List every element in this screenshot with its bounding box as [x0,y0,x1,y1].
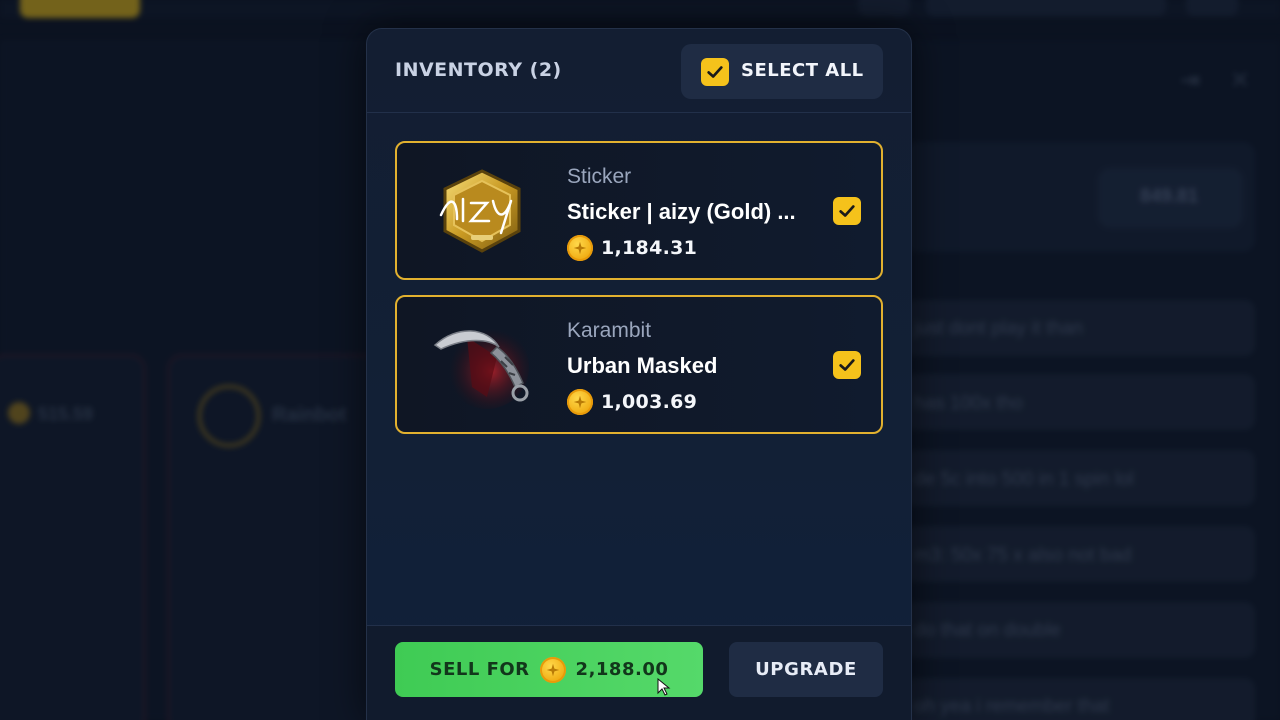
modal-header: INVENTORY (2) SELECT ALL [367,29,911,113]
background-coin-icon [8,402,30,424]
item-price-value: 1,184.31 [601,237,698,259]
item-name: Urban Masked [567,353,718,378]
item-category: Karambit [567,319,652,342]
inventory-item-card[interactable]: Karambit Urban Masked 1,003.69 [395,295,883,434]
inventory-item-card[interactable]: Sticker Sticker | aizy (Gold) ... 1,184.… [395,141,883,280]
background-top-button [858,0,910,16]
item-price: 1,003.69 [567,389,697,415]
coin-icon [567,389,593,415]
item-name: Sticker | aizy (Gold) ... [567,199,796,224]
background-chat-text: do that on double [914,620,1061,641]
sell-total-value: 2,188.00 [575,659,669,680]
karambit-knife-icon [433,325,529,409]
gold-sticker-icon [439,169,521,253]
background-deposit-button [20,0,140,18]
background-close-icon: ✕ [1230,66,1251,94]
item-price-value: 1,003.69 [601,391,698,413]
inventory-modal: INVENTORY (2) SELECT ALL Sticker Sticker [366,28,912,720]
sell-for-button[interactable]: SELL FOR 2,188.00 [395,642,703,697]
sell-for-label: SELL FOR [429,659,530,680]
item-category: Sticker [567,165,632,188]
background-card-value: 515.59 [38,404,94,424]
background-chat-text: just dont play it than [914,318,1083,339]
item-price: 1,184.31 [567,235,697,261]
background-chat-text: m3: 50x 75 x also not bad [914,545,1132,566]
upgrade-label: UPGRADE [755,659,857,680]
background-balance-value: 849.81 [1140,186,1199,207]
select-all-label: SELECT ALL [741,60,864,81]
select-all-button[interactable]: SELECT ALL [681,44,883,99]
modal-footer: SELL FOR 2,188.00 UPGRADE [367,625,911,720]
background-chat-text: has 100x tho [914,393,1023,414]
checkbox-checked-icon[interactable] [701,58,729,86]
background-chat-text: de 5c into 500 in 1 spin lol [914,469,1134,490]
coin-icon [539,656,566,683]
mouse-cursor-icon [657,678,671,696]
background-top-balance [926,0,1166,16]
item-checkbox-checked-icon[interactable] [833,197,861,225]
coin-icon [567,235,593,261]
background-collapse-icon: ⇥ [1180,66,1201,94]
inventory-title: INVENTORY (2) [395,59,562,81]
background-chat-text: oh yea i remember that [914,696,1110,717]
background-top-button [1186,0,1238,16]
item-checkbox-checked-icon[interactable] [833,351,861,379]
upgrade-button[interactable]: UPGRADE [729,642,883,697]
background-card-label: Rainbot [272,404,347,426]
background-coin-icon [198,385,260,447]
